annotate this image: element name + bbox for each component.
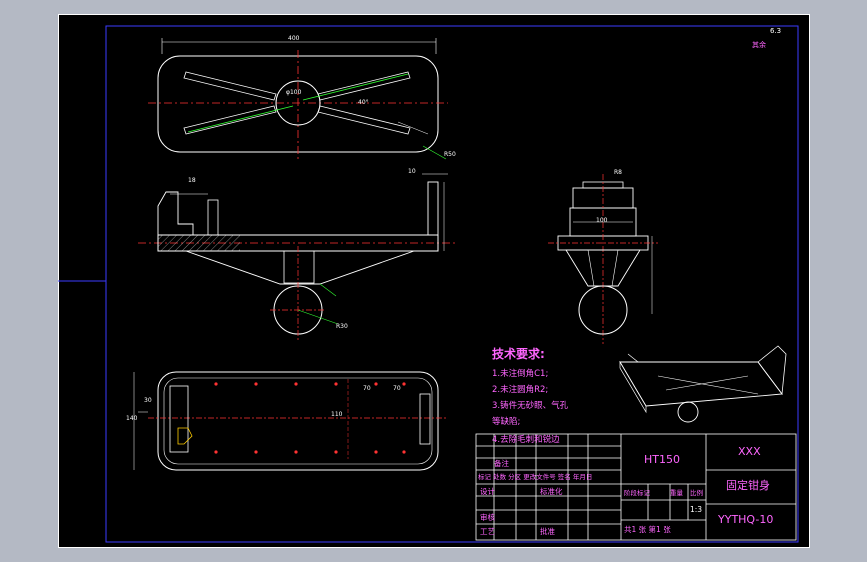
company-label: XXX (738, 445, 761, 458)
dim-top-diameter: φ100 (286, 89, 302, 96)
isometric-view (619, 345, 787, 423)
outer-border (58, 14, 810, 548)
dim-side-radius: R8 (614, 169, 622, 176)
drawing-sheet: 其余 6.3 400 40° φ100 R50 18 10 R30 100 R8… (58, 14, 810, 548)
material-label: HT150 (644, 453, 680, 466)
remark-label: 备注 (494, 459, 509, 468)
tech-requirement-1: 1.未注倒角C1; (492, 369, 549, 379)
dim-bottom-spacing-2: 70 (393, 385, 401, 392)
dim-bottom-left: 30 (144, 397, 152, 404)
standardize-label: 标准化 (540, 487, 563, 496)
revision-row: 标记 处数 分区 更改文件号 签名 年月日 (478, 473, 593, 481)
process-label: 工艺 (480, 527, 495, 536)
tech-requirement-5: 4.去除毛刺和锐边 (492, 435, 560, 445)
weight-label: 重量 (670, 489, 683, 497)
top-view (148, 38, 448, 160)
stage-label: 阶段标记 (624, 489, 650, 497)
dim-bottom-height: 140 (126, 415, 138, 422)
dim-top-radius: R50 (444, 151, 456, 158)
dim-side-width: 100 (596, 217, 608, 224)
drawing-number-label: YYTHQ-10 (718, 513, 774, 526)
dim-bottom-width: 110 (331, 411, 343, 418)
dim-top-length: 400 (288, 35, 300, 42)
roughness-mark-value: 6.3 (770, 27, 782, 35)
review-label: 审核 (480, 513, 495, 522)
cad-drawing (58, 14, 810, 548)
dim-front-height: 18 (188, 177, 196, 184)
front-view (138, 173, 458, 340)
dim-top-angle: 40° (358, 99, 369, 106)
side-view (548, 174, 658, 344)
sheet-info: 共1 张 第1 张 (624, 525, 671, 534)
tech-requirements-title: 技术要求: (492, 347, 545, 361)
scale-value: 1:3 (690, 505, 703, 514)
approve-label: 批准 (540, 527, 555, 536)
tech-requirement-2: 2.未注圆角R2; (492, 385, 549, 395)
tech-requirement-3: 3.铸件无砂眼、气孔 (492, 401, 569, 411)
roughness-mark-label: 其余 (752, 41, 766, 49)
tech-requirement-4: 等缺陷; (492, 417, 521, 427)
dim-front-radius: R30 (336, 323, 348, 330)
dim-bottom-spacing-1: 70 (363, 385, 371, 392)
dim-front-width: 10 (408, 168, 416, 175)
inner-frame (105, 25, 799, 543)
part-name-label: 固定钳身 (726, 479, 770, 492)
design-label: 设计 (480, 487, 495, 496)
scale-label: 比例 (690, 489, 703, 497)
